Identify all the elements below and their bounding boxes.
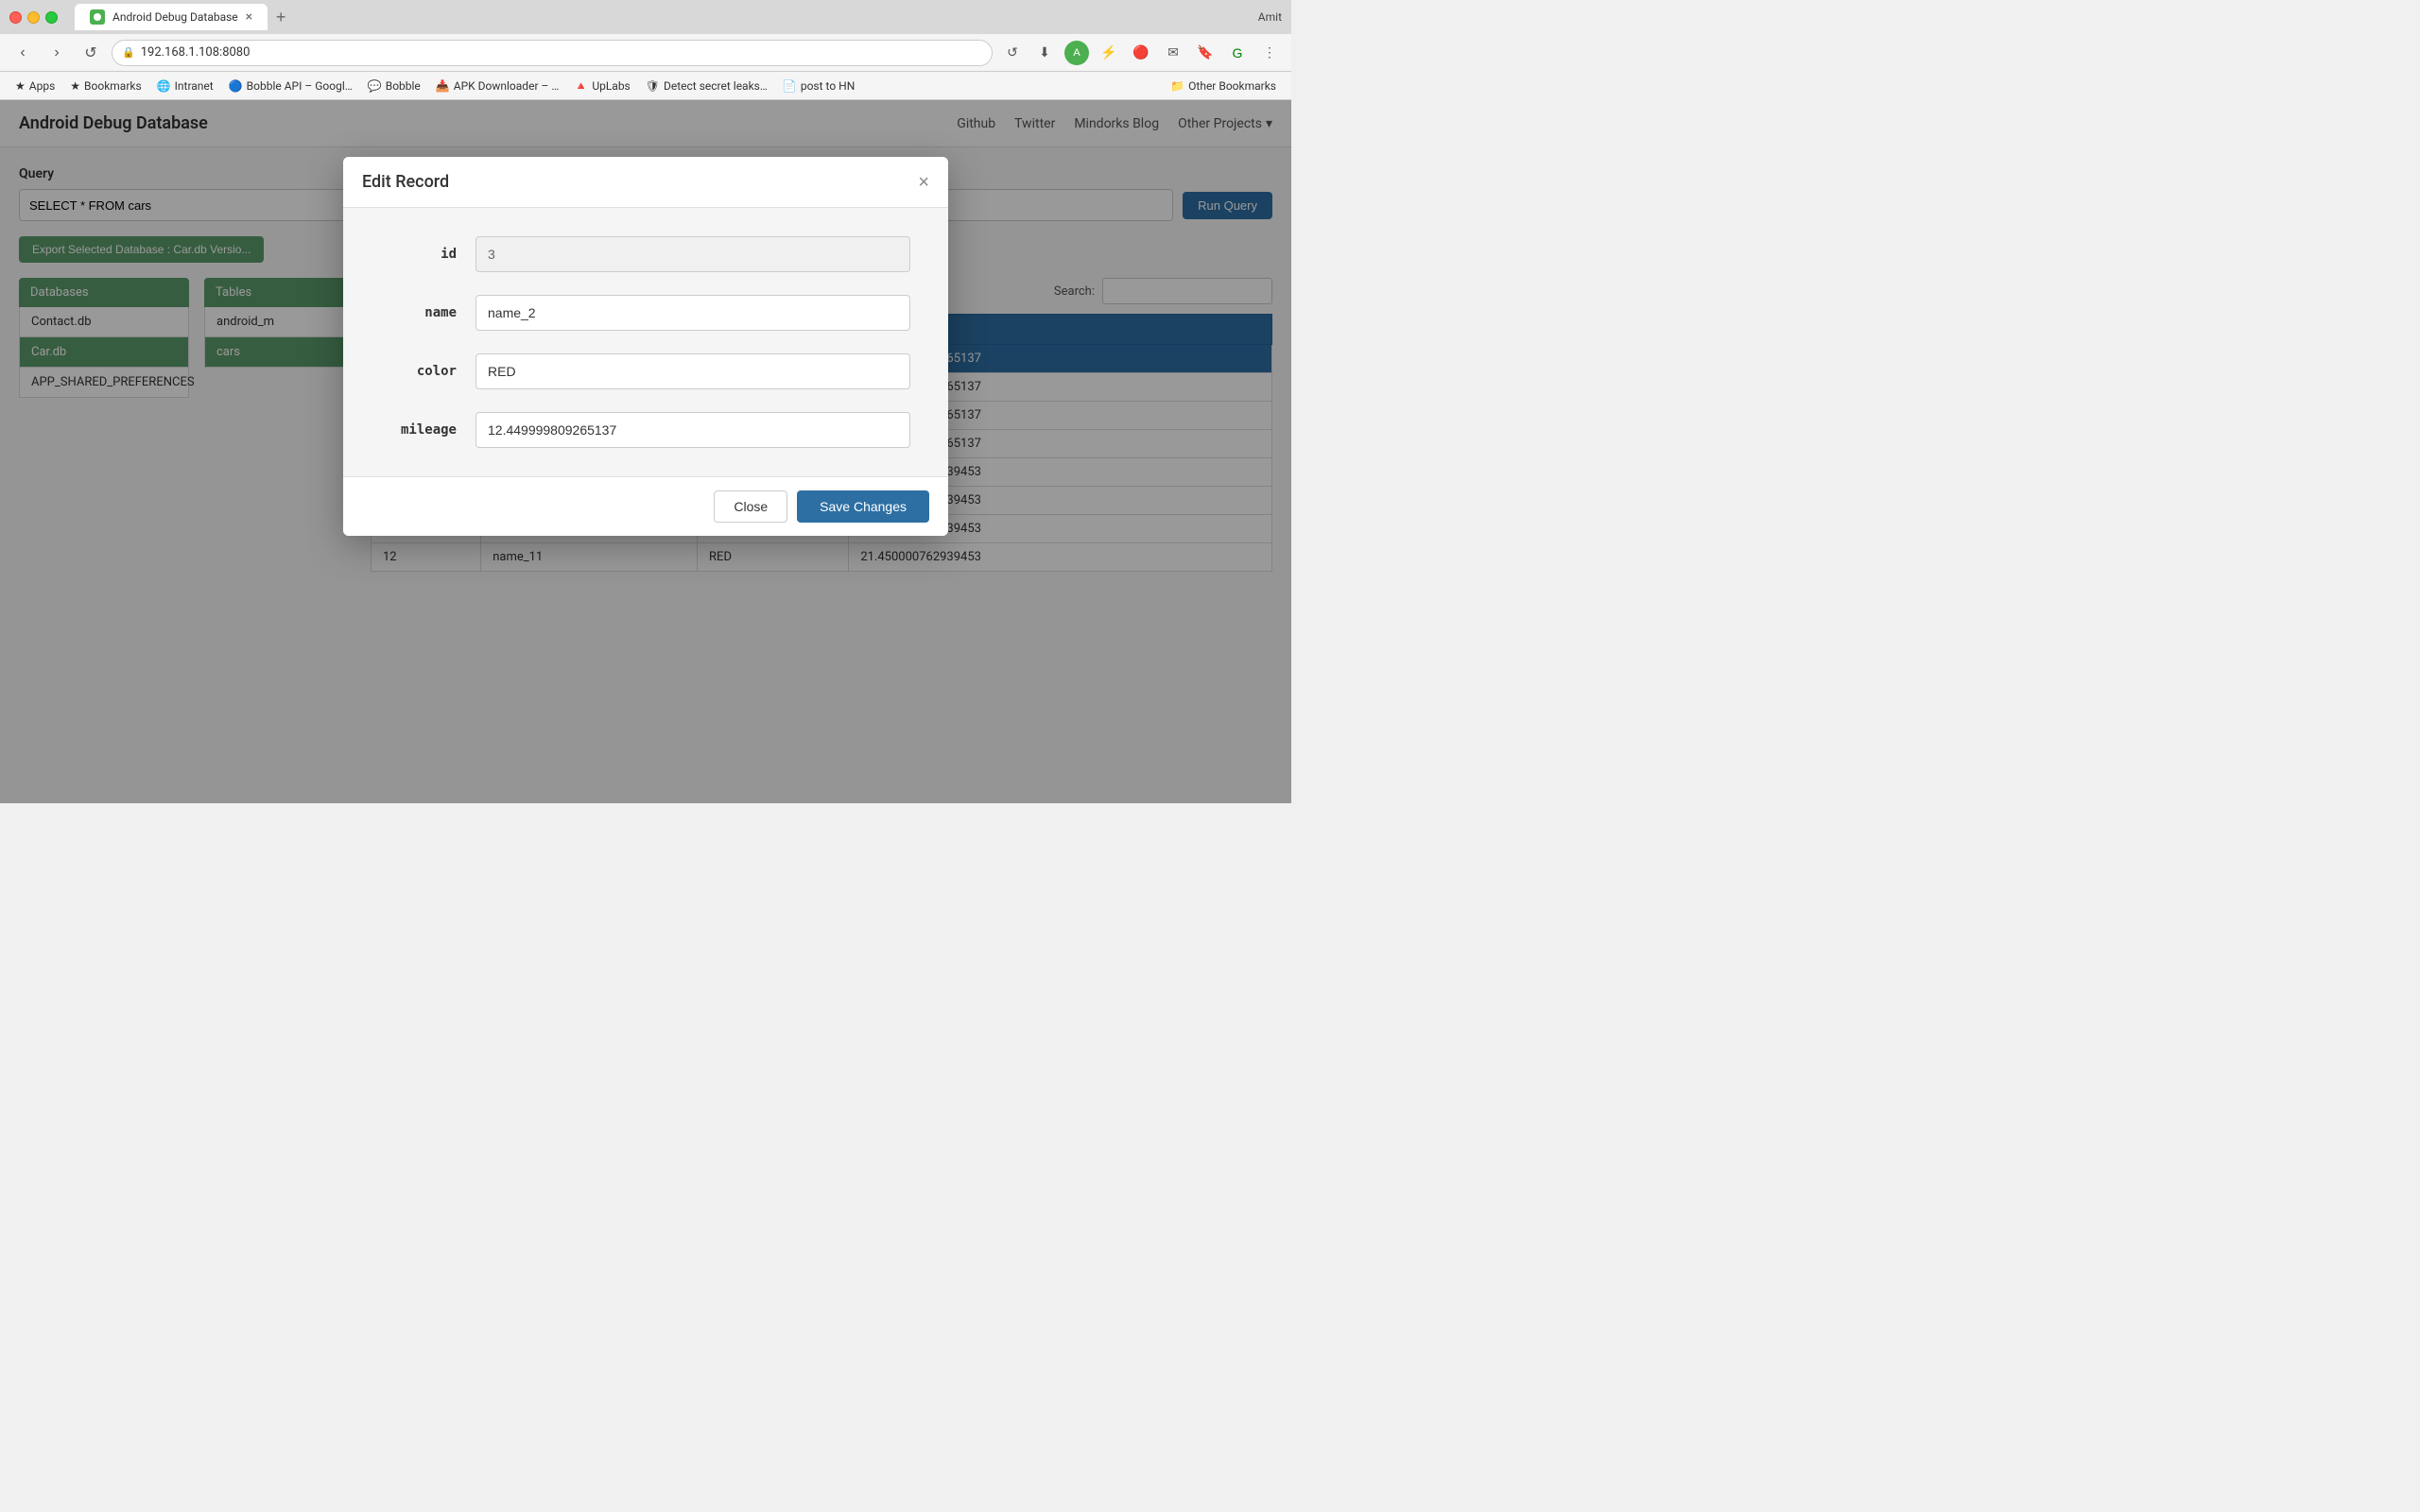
bookmark-uplabs-label: UpLabs [592,79,630,93]
tab-favicon [90,9,105,25]
fullscreen-window-button[interactable] [45,11,58,24]
browser-chrome: Android Debug Database × + Amit ‹ › ↺ 🔒 … [0,0,1291,100]
download-icon-btn[interactable]: ⬇ [1032,41,1057,65]
bookmark-detect[interactable]: 🛡 Detect secret leaks… [640,77,773,94]
apps-bookmark-icon: ★ [15,79,26,93]
bookmarks-bookmark-icon: ★ [70,79,80,93]
form-row-id: id [381,236,910,272]
save-changes-button[interactable]: Save Changes [797,490,929,523]
refresh-button[interactable]: ↺ [78,40,104,66]
uplabs-icon: 🔺 [574,79,588,93]
apk-icon: 📥 [436,79,450,93]
adblocker-icon-btn[interactable]: 🔴 [1129,41,1153,65]
active-tab[interactable]: Android Debug Database × [75,4,268,30]
bookmark-bobble-api[interactable]: 🔵 Bobble API – Googl… [223,77,358,94]
field-label-mileage: mileage [381,422,457,438]
browser-user-label: Amit [1258,10,1282,24]
tab-bar: Android Debug Database × + [75,4,1251,30]
address-text: 192.168.1.108:8080 [141,45,251,60]
bobble-api-icon: 🔵 [229,79,243,93]
bookmark-bookmarks-label: Bookmarks [84,79,142,93]
edit-record-modal: Edit Record × id name color [343,157,948,536]
form-row-name: name [381,295,910,331]
detect-icon: 🛡 [646,79,660,93]
modal-header: Edit Record × [343,157,948,208]
modal-close-x-button[interactable]: × [918,173,929,192]
traffic-lights [9,11,58,24]
modal-body: id name color mileage [343,208,948,476]
tab-close-button[interactable]: × [246,9,252,25]
bookmark-apk-label: APK Downloader – … [454,79,560,93]
field-label-color: color [381,364,457,379]
field-input-mileage[interactable] [475,412,910,448]
bookmark-other-label: Other Bookmarks [1188,79,1276,93]
close-window-button[interactable] [9,11,22,24]
bookmark-intranet-label: Intranet [175,79,214,93]
lightning-icon-btn[interactable]: ⚡ [1097,41,1121,65]
browser-toolbar: ‹ › ↺ 🔒 192.168.1.108:8080 ↺ ⬇ A ⚡ 🔴 ✉ 🔖… [0,34,1291,72]
close-button[interactable]: Close [714,490,787,523]
bookmark-bobble-label: Bobble [386,79,421,93]
field-input-color[interactable] [475,353,910,389]
bookmark-other[interactable]: 📁 Other Bookmarks [1165,77,1282,94]
bookmark-apps-label: Apps [29,79,56,93]
intranet-icon: 🌐 [157,79,171,93]
bookmark-post-hn-label: post to HN [801,79,855,93]
other-bookmarks-icon: 📁 [1170,79,1184,93]
bobble-icon: 💬 [368,79,382,93]
post-hn-icon: 📄 [783,79,797,93]
new-tab-button[interactable]: + [268,4,294,30]
field-input-id[interactable] [475,236,910,272]
grammarly-icon-btn[interactable]: G [1225,41,1250,65]
profile-icon-btn[interactable]: A [1064,41,1089,65]
lock-icon: 🔒 [122,46,135,59]
bookmark-detect-label: Detect secret leaks… [664,79,768,93]
bookmark-bookmarks[interactable]: ★ Bookmarks [64,77,147,94]
back-button[interactable]: ‹ [9,40,36,66]
tab-title: Android Debug Database [112,10,238,24]
bookmark-bobble[interactable]: 💬 Bobble [362,77,426,94]
bookmark-apps[interactable]: ★ Apps [9,77,60,94]
browser-titlebar: Android Debug Database × + Amit [0,0,1291,34]
forward-button[interactable]: › [43,40,70,66]
field-label-name: name [381,305,457,320]
app-content: Android Debug Database Github Twitter Mi… [0,100,1291,803]
modal-overlay: Edit Record × id name color [0,100,1291,803]
bookmark-uplabs[interactable]: 🔺 UpLabs [568,77,635,94]
modal-footer: Close Save Changes [343,476,948,536]
mail-icon-btn[interactable]: ✉ [1161,41,1185,65]
bookmark-apk[interactable]: 📥 APK Downloader – … [430,77,565,94]
modal-title: Edit Record [362,172,449,192]
bookmark-intranet[interactable]: 🌐 Intranet [151,77,219,94]
form-row-color: color [381,353,910,389]
bookmark-bobble-api-label: Bobble API – Googl… [247,79,353,93]
bookmark-post-hn[interactable]: 📄 post to HN [777,77,860,94]
reload-icon-btn[interactable]: ↺ [1000,41,1025,65]
bookmark-icon-btn[interactable]: 🔖 [1193,41,1218,65]
address-bar[interactable]: 🔒 192.168.1.108:8080 [112,40,993,66]
field-input-name[interactable] [475,295,910,331]
menu-icon-btn[interactable]: ⋮ [1257,41,1282,65]
field-label-id: id [381,247,457,262]
minimize-window-button[interactable] [27,11,40,24]
form-row-mileage: mileage [381,412,910,448]
bookmarks-bar: ★ Apps ★ Bookmarks 🌐 Intranet 🔵 Bobble A… [0,72,1291,100]
